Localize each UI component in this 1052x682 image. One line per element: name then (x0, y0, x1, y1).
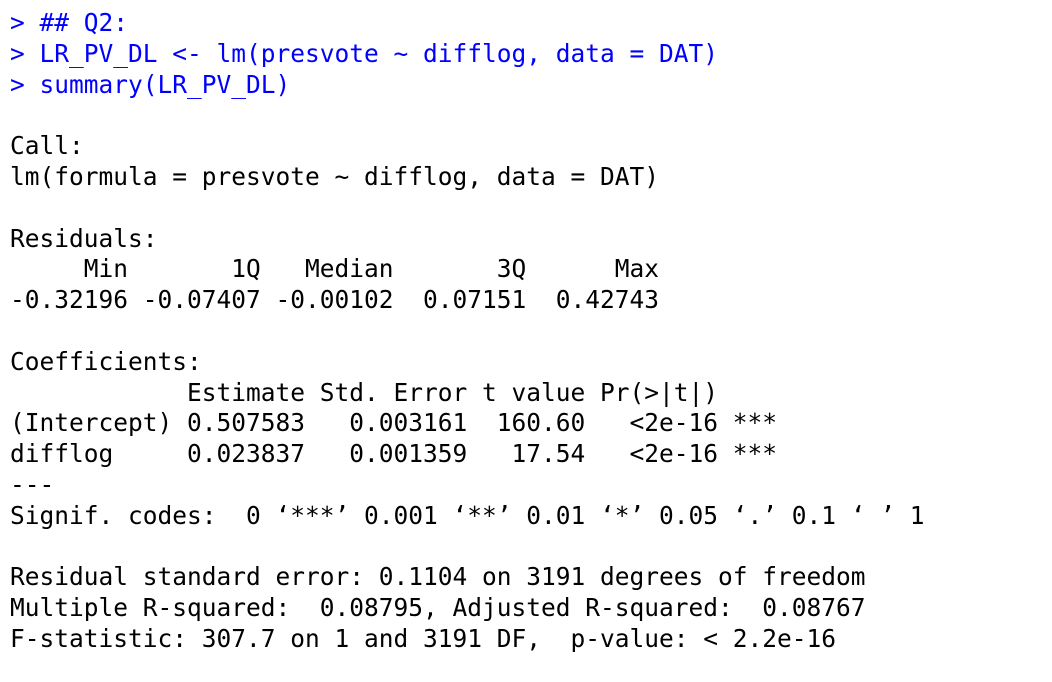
residuals-heading: Residuals: (10, 223, 158, 253)
f-statistic-line: F-statistic: 307.7 on 1 and 3191 DF, p-v… (10, 623, 837, 653)
console-command-line: > LR_PV_DL <- lm(presvote ~ difflog, dat… (10, 38, 719, 68)
coefficients-row-intercept: (Intercept) 0.507583 0.003161 160.60 <2e… (10, 408, 778, 438)
signif-codes-line: Signif. codes: 0 ‘***’ 0.001 ‘**’ 0.01 ‘… (10, 500, 925, 530)
console-command-line: > ## Q2: (10, 8, 129, 37)
coefficients-heading: Coefficients: (10, 346, 202, 376)
separator-line: --- (10, 469, 55, 499)
call-heading: Call: (10, 131, 84, 161)
residuals-header-row: Min 1Q Median 3Q Max (10, 254, 674, 284)
residuals-values-row: -0.32196 -0.07407 -0.00102 0.07151 0.427… (10, 285, 674, 315)
r-squared-line: Multiple R-squared: 0.08795, Adjusted R-… (10, 593, 881, 623)
r-console[interactable]: > ## Q2: > LR_PV_DL <- lm(presvote ~ dif… (10, 8, 1046, 655)
coefficients-header-row: Estimate Std. Error t value Pr(>|t|) (10, 377, 778, 407)
coefficients-row-difflog: difflog 0.023837 0.001359 17.54 <2e-16 *… (10, 439, 778, 469)
console-command-line: > summary(LR_PV_DL) (10, 69, 291, 99)
residual-std-error-line: Residual standard error: 0.1104 on 3191 … (10, 562, 866, 592)
call-formula: lm(formula = presvote ~ difflog, data = … (10, 161, 660, 191)
